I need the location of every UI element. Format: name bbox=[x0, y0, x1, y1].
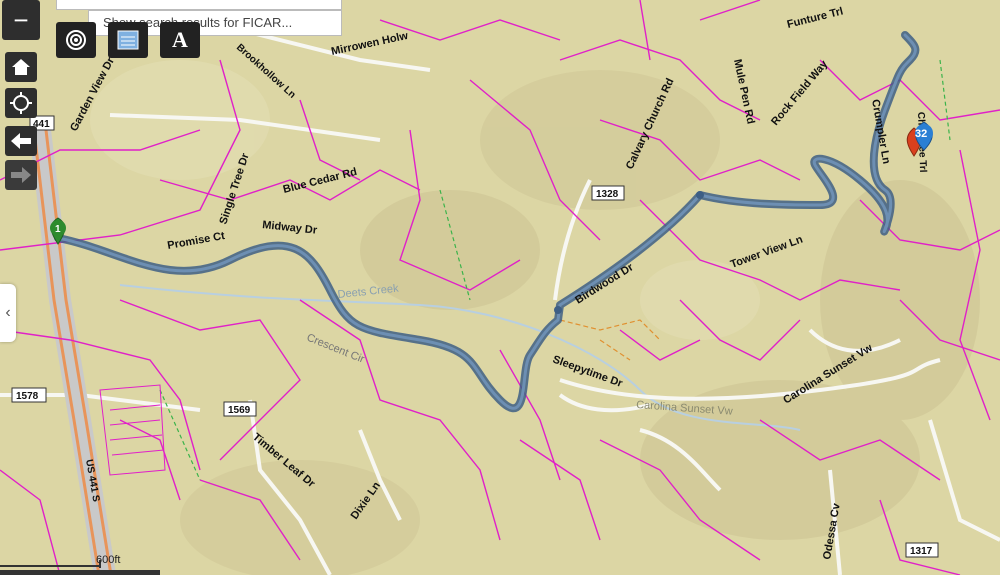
search-bar[interactable] bbox=[56, 0, 342, 10]
chevron-left-icon: ‹ bbox=[5, 304, 11, 321]
map-canvas[interactable]: Mirrowen Holw Garden View Dr Single Tree… bbox=[0, 0, 1000, 575]
svg-text:1328: 1328 bbox=[596, 189, 619, 200]
panel-toggle-tab[interactable]: ‹ bbox=[0, 284, 16, 342]
svg-text:32: 32 bbox=[915, 128, 927, 140]
zoom-out-button[interactable]: − bbox=[2, 0, 40, 40]
coordinate-bar bbox=[0, 570, 160, 575]
back-button[interactable] bbox=[5, 126, 37, 156]
road-shield: 1328 bbox=[591, 185, 625, 201]
svg-text:1578: 1578 bbox=[16, 391, 39, 402]
road-shield: 1569 bbox=[223, 401, 257, 417]
road-shield: 1317 bbox=[905, 542, 939, 558]
legend-icon bbox=[117, 30, 139, 50]
svg-text:1569: 1569 bbox=[228, 405, 251, 416]
minus-icon: − bbox=[13, 4, 29, 35]
label-tool-button[interactable]: A bbox=[160, 22, 200, 58]
route-vertex bbox=[696, 191, 704, 199]
arrow-right-icon bbox=[11, 167, 31, 183]
forward-button[interactable] bbox=[5, 160, 37, 190]
route-vertex bbox=[554, 306, 562, 314]
arrow-left-icon bbox=[11, 133, 31, 149]
locate-icon bbox=[10, 92, 32, 114]
home-icon bbox=[12, 59, 30, 75]
target-tool-button[interactable] bbox=[56, 22, 96, 58]
locate-button[interactable] bbox=[5, 88, 37, 118]
label-icon: A bbox=[172, 27, 188, 52]
svg-text:1: 1 bbox=[55, 224, 61, 235]
scale-label: 600ft bbox=[96, 554, 121, 566]
svg-text:1317: 1317 bbox=[910, 546, 933, 557]
legend-tool-button[interactable] bbox=[108, 22, 148, 58]
target-icon bbox=[66, 30, 86, 50]
home-button[interactable] bbox=[5, 52, 37, 82]
road-shield: 1578 bbox=[11, 387, 47, 403]
